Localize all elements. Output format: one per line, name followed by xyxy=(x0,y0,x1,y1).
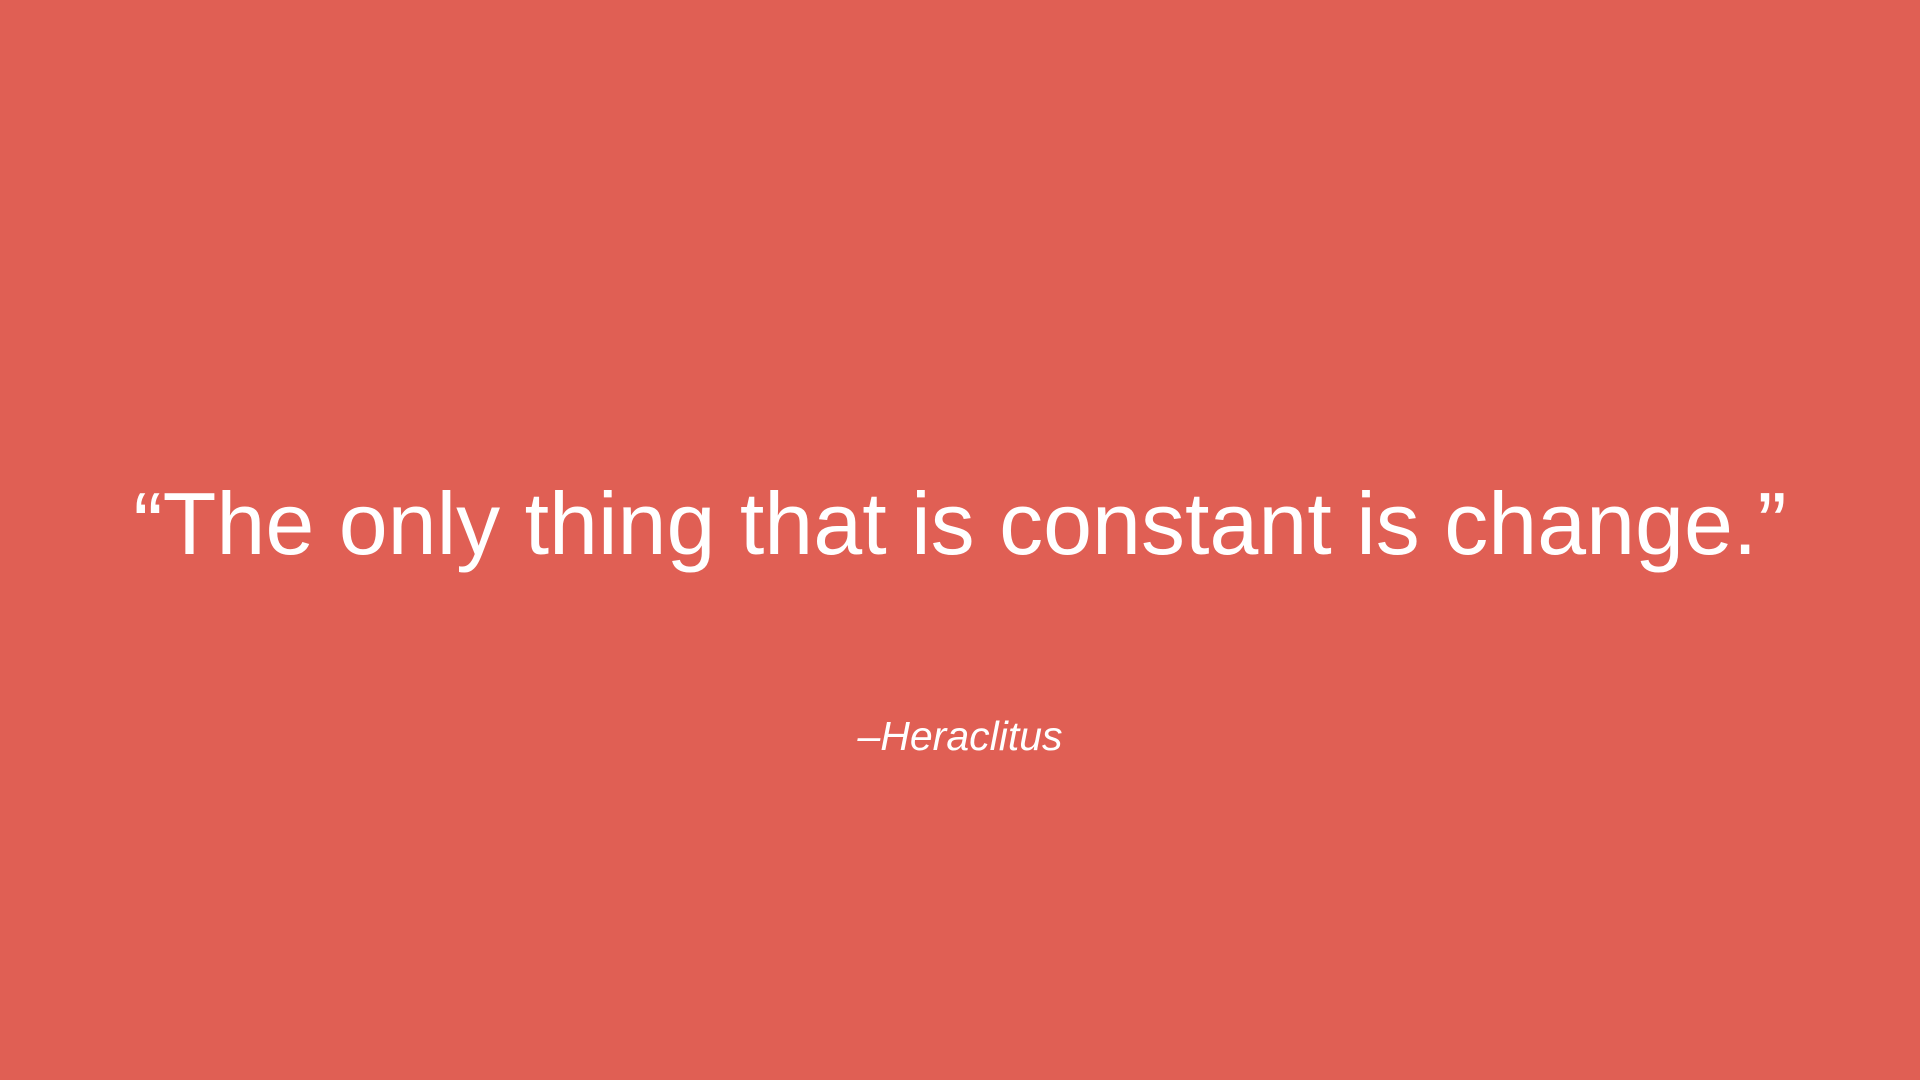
quote-slide: “The only thing that is constant is chan… xyxy=(0,0,1920,1080)
quote-text: “The only thing that is constant is chan… xyxy=(133,474,1787,573)
quote-author: –Heraclitus xyxy=(857,713,1063,759)
